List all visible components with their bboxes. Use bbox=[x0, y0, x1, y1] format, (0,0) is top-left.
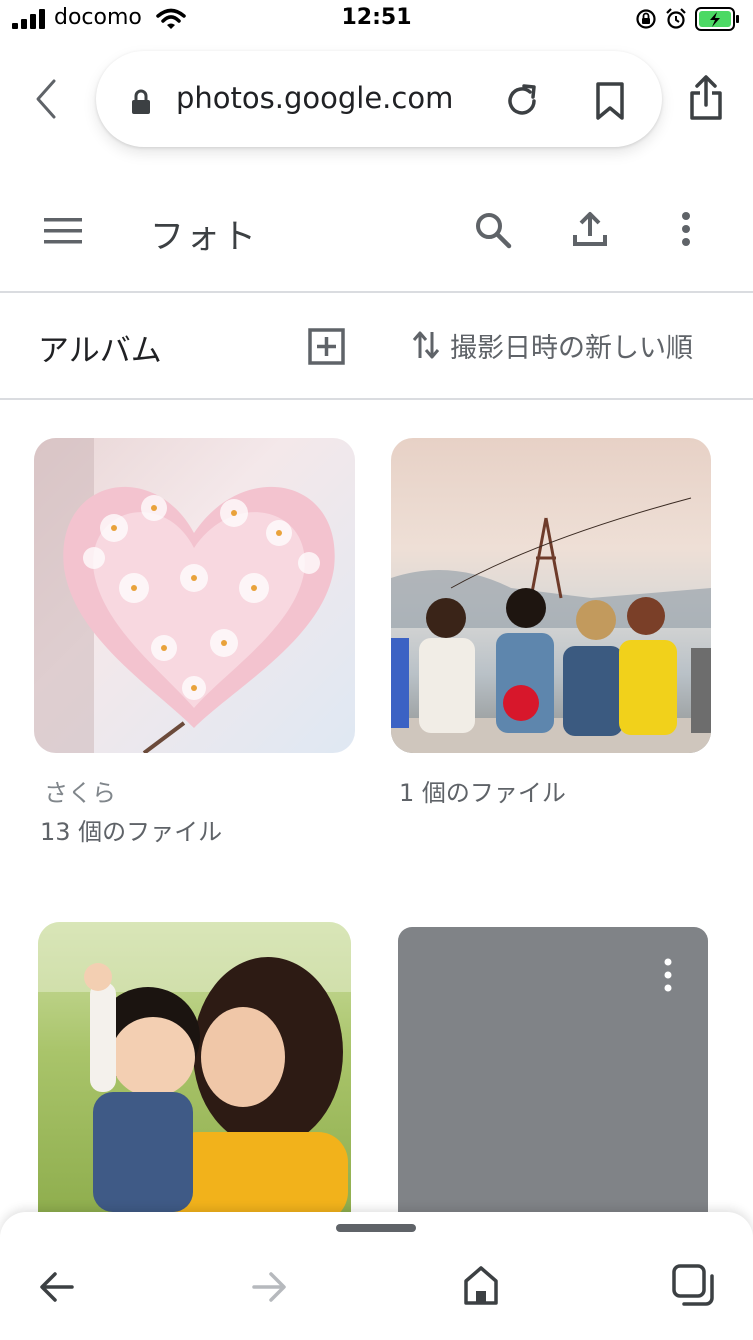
albums-heading: アルバム bbox=[38, 333, 162, 369]
album-file-count: 1 個のファイル bbox=[399, 779, 566, 807]
battery-icon bbox=[695, 7, 739, 31]
album-thumbnail[interactable] bbox=[34, 438, 355, 753]
album-card[interactable]: 1 個のファイル bbox=[391, 438, 711, 818]
add-album-icon[interactable] bbox=[308, 328, 345, 365]
album-thumbnail-placeholder[interactable] bbox=[398, 927, 708, 1212]
reload-icon[interactable] bbox=[504, 83, 540, 119]
album-thumbnail[interactable] bbox=[38, 922, 351, 1212]
album-card[interactable] bbox=[398, 927, 708, 1212]
drag-handle[interactable] bbox=[336, 1224, 416, 1232]
bookmark-icon[interactable] bbox=[594, 81, 626, 121]
sort-button[interactable]: 撮影日時の新しい順 bbox=[412, 323, 693, 367]
more-vert-icon[interactable] bbox=[676, 211, 696, 247]
bottom-toolbar bbox=[0, 1212, 753, 1340]
rotation-lock-icon bbox=[636, 9, 656, 29]
sort-icon bbox=[412, 331, 440, 359]
status-bar: docomo 12:51 bbox=[0, 0, 753, 40]
arrow-forward-icon[interactable] bbox=[250, 1268, 288, 1306]
album-card[interactable]: さくら 13 個のファイル bbox=[34, 438, 355, 848]
album-toolbar: アルバム 撮影日時の新しい順 bbox=[0, 295, 753, 400]
album-thumbnail[interactable] bbox=[391, 438, 711, 753]
status-right-icons bbox=[635, 6, 741, 32]
home-icon[interactable] bbox=[462, 1264, 500, 1306]
album-file-count: 13 個のファイル bbox=[40, 818, 223, 846]
search-icon[interactable] bbox=[474, 211, 512, 249]
browser-bar: photos.google.com bbox=[0, 45, 753, 155]
app-header: フォト bbox=[0, 175, 753, 293]
arrow-back-icon[interactable] bbox=[38, 1268, 76, 1306]
chevron-left-icon[interactable] bbox=[28, 75, 64, 123]
share-icon[interactable] bbox=[688, 75, 724, 121]
address-bar[interactable]: photos.google.com bbox=[96, 51, 662, 147]
friends-image bbox=[391, 497, 711, 753]
album-card[interactable] bbox=[38, 922, 351, 1212]
alarm-icon bbox=[666, 8, 686, 29]
mother-child-image bbox=[38, 922, 351, 1212]
lock-icon bbox=[132, 89, 150, 114]
url-text[interactable]: photos.google.com bbox=[176, 81, 453, 115]
sort-label: 撮影日時の新しい順 bbox=[450, 332, 693, 364]
album-name: さくら bbox=[44, 779, 116, 807]
tabs-icon[interactable] bbox=[672, 1264, 716, 1308]
upload-icon[interactable] bbox=[572, 211, 608, 247]
app-title: フォト bbox=[150, 217, 258, 257]
cherry-blossom-image bbox=[34, 438, 335, 753]
more-vert-icon[interactable] bbox=[660, 957, 676, 993]
menu-icon[interactable] bbox=[44, 217, 82, 245]
